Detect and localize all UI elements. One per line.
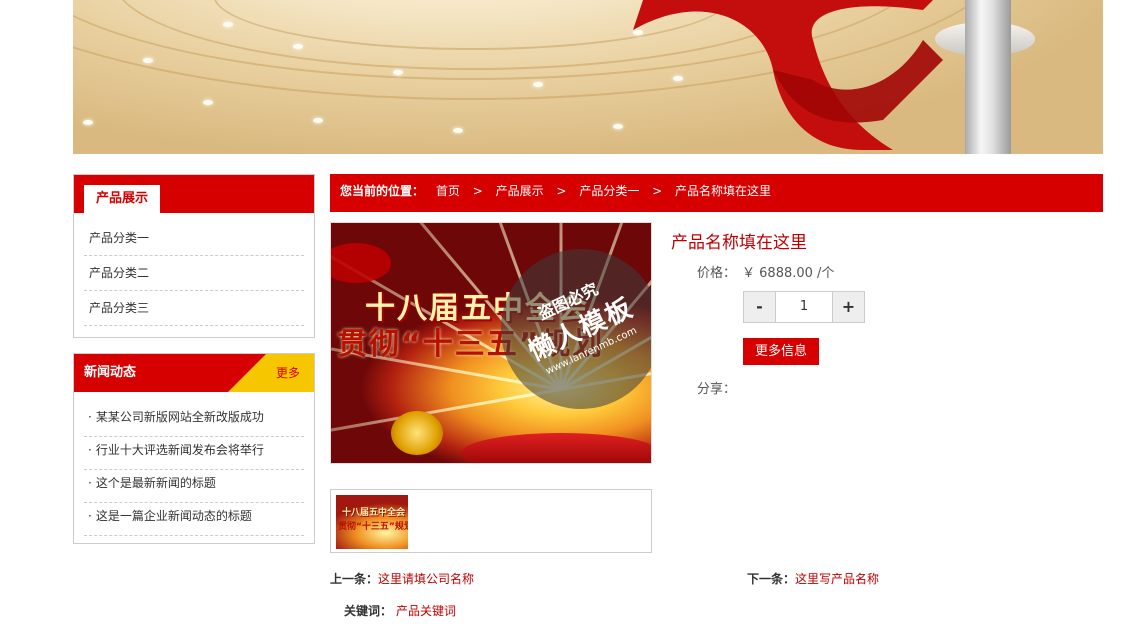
breadcrumb-current: 产品名称填在这里 xyxy=(675,184,772,198)
news-item-title[interactable]: 这是一篇企业新闻动态的标题 xyxy=(96,509,252,523)
news-item-title[interactable]: 这个是最新新闻的标题 xyxy=(96,476,216,490)
product-category-header: 产品展示 xyxy=(74,175,314,213)
thumbnail-strip: 十八届五中全会 贯彻“十三五”规划 xyxy=(330,489,652,553)
breadcrumb-separator: > xyxy=(556,184,567,198)
emblem-icon xyxy=(391,411,443,455)
price-row: 价格： ￥ 6888.00 /个 xyxy=(697,262,834,281)
huabiao-pillar xyxy=(965,0,1011,154)
bullet-icon: · xyxy=(88,410,92,424)
news-panel: 新闻动态 更多 · 某某公司新版网站全新改版成功 · 行业十大评选新闻发布会将举行 … xyxy=(73,353,315,544)
prev-next-nav: 上一条：这里请填公司名称 下一条：这里写产品名称 xyxy=(330,570,1103,587)
product-category-panel: 产品展示 产品分类一 产品分类二 产品分类三 xyxy=(73,174,315,338)
thumb-headline-2: 贯彻“十三五”规划 xyxy=(338,522,408,532)
category-item[interactable]: 产品分类二 xyxy=(84,256,304,291)
quantity-increment-button[interactable]: + xyxy=(833,292,864,322)
news-list: · 某某公司新版网站全新改版成功 · 行业十大评选新闻发布会将举行 · 这个是最新新闻… xyxy=(74,392,314,536)
keywords-value[interactable]: 产品关键词 xyxy=(396,604,456,618)
breadcrumb-category-link[interactable]: 产品分类一 xyxy=(579,184,639,198)
keywords-label: 关键词： xyxy=(344,604,393,618)
product-thumbnail[interactable]: 十八届五中全会 贯彻“十三五”规划 xyxy=(336,495,408,549)
quantity-decrement-button[interactable]: - xyxy=(744,292,775,322)
product-category-list: 产品分类一 产品分类二 产品分类三 xyxy=(74,213,314,326)
news-item[interactable]: · 某某公司新版网站全新改版成功 xyxy=(84,404,304,437)
category-item[interactable]: 产品分类三 xyxy=(84,291,304,326)
prev-link[interactable]: 这里请填公司名称 xyxy=(378,572,474,586)
news-item-title[interactable]: 某某公司新版网站全新改版成功 xyxy=(96,410,264,424)
news-item[interactable]: · 这个是最新新闻的标题 xyxy=(84,470,304,503)
quantity-input[interactable]: 1 xyxy=(775,292,833,322)
watermark-stamp: 盗图必究 懒人模板 www.lanrenmb.com xyxy=(474,223,651,436)
more-info-button[interactable]: 更多信息 xyxy=(743,338,819,365)
bullet-icon: · xyxy=(88,509,92,523)
prev-item: 上一条：这里请填公司名称 xyxy=(330,572,474,586)
breadcrumb-separator: > xyxy=(472,184,483,198)
breadcrumb: 您当前的位置： 首页 > 产品展示 > 产品分类一 > 产品名称填在这里 xyxy=(330,174,1103,212)
breadcrumb-label: 您当前的位置： xyxy=(340,184,425,198)
header-banner xyxy=(73,0,1103,154)
category-item[interactable]: 产品分类一 xyxy=(84,221,304,256)
news-item[interactable]: · 行业十大评选新闻发布会将举行 xyxy=(84,437,304,470)
news-item[interactable]: · 这是一篇企业新闻动态的标题 xyxy=(84,503,304,536)
news-more-link[interactable]: 更多 xyxy=(276,354,300,392)
product-main-image[interactable]: 十八届五中全会 贯彻“十三五”规划 盗图必究 懒人模板 www.lanrenmb… xyxy=(330,222,652,464)
news-header: 新闻动态 更多 xyxy=(74,354,314,392)
quantity-stepper: - 1 + xyxy=(743,291,865,323)
red-ribbon-decoration xyxy=(633,0,943,150)
next-label: 下一条： xyxy=(747,572,796,586)
price-label: 价格： xyxy=(697,266,737,281)
price-value: ￥ 6888.00 /个 xyxy=(742,266,835,281)
share-label: 分享： xyxy=(697,382,737,397)
next-link[interactable]: 这里写产品名称 xyxy=(795,572,879,586)
news-item-title[interactable]: 行业十大评选新闻发布会将举行 xyxy=(96,443,264,457)
product-title: 产品名称填在这里 xyxy=(671,233,807,253)
more-tab-background xyxy=(228,354,314,392)
breadcrumb-home-link[interactable]: 首页 xyxy=(436,184,460,198)
keywords-row: 关键词： 产品关键词 xyxy=(344,602,456,619)
thumb-headline-1: 十八届五中全会 xyxy=(342,508,406,518)
ribbon-decoration xyxy=(461,433,651,463)
bullet-icon: · xyxy=(88,443,92,457)
prev-label: 上一条： xyxy=(330,572,379,586)
breadcrumb-products-link[interactable]: 产品展示 xyxy=(496,184,544,198)
bullet-icon: · xyxy=(88,476,92,490)
next-item: 下一条：这里写产品名称 xyxy=(747,570,879,587)
news-title: 新闻动态 xyxy=(84,365,137,380)
flag-decoration xyxy=(331,243,391,283)
product-category-title: 产品展示 xyxy=(84,185,160,213)
breadcrumb-separator: > xyxy=(652,184,663,198)
